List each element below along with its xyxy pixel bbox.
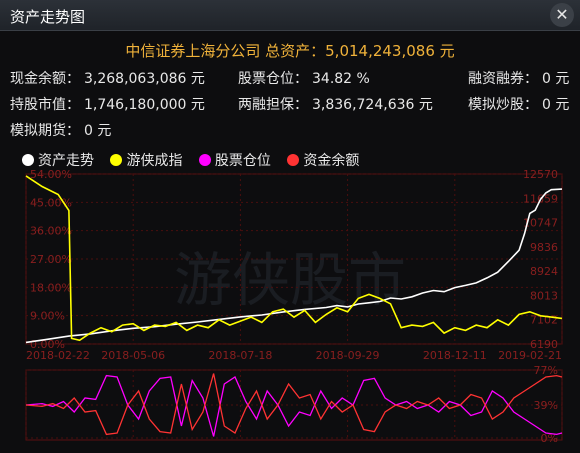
- y-left-tick-label: 27.00%: [30, 253, 72, 266]
- legend-item-index[interactable]: 游侠成指: [110, 150, 182, 170]
- y-left-tick-label: 18.00%: [30, 281, 72, 294]
- asset-trend-window: 资产走势图 ✕ 中信证券上海分公司 总资产：5,014,243,086 元 现金…: [0, 0, 580, 453]
- chart-legend: 资产走势 游侠成指 股票仓位 资金余额: [22, 150, 371, 170]
- stat-value: 3,836,724,636 元: [312, 97, 433, 113]
- stat-simulated-stocks: 模拟炒股： 0 元: [468, 94, 569, 114]
- stat-label: 模拟炒股：: [468, 97, 538, 113]
- x-tick-label: 2018-02-22: [26, 349, 90, 362]
- series-line-stock-position: [25, 374, 563, 437]
- y-right-tick-label: 8013: [530, 289, 558, 302]
- legend-dot: [198, 154, 211, 166]
- series-line-cash-balance: [25, 373, 563, 436]
- stat-value: 3,268,063,086 元: [84, 71, 205, 87]
- stat-cash-balance: 现金余额： 3,268,063,086 元: [10, 68, 205, 88]
- legend-item-cash-balance[interactable]: 资金余额: [287, 150, 359, 170]
- legend-item-asset-trend[interactable]: 资产走势: [22, 150, 94, 170]
- y-left-tick-label: 54.00%: [30, 170, 72, 181]
- stat-label: 两融担保：: [238, 97, 308, 113]
- x-tick-label: 2018-12-11: [423, 349, 487, 362]
- sub-y-tick-label: 39%: [534, 399, 558, 412]
- x-tick-label: 2018-05-06: [101, 349, 165, 362]
- stat-value: 0 元: [542, 71, 570, 87]
- total-assets-headline: 中信证券上海分公司 总资产：5,014,243,086 元: [125, 42, 455, 60]
- stat-margin-collateral: 两融担保： 3,836,724,636 元: [238, 94, 433, 114]
- asset-trend-chart: 游侠股市 0.00%9.00%18.00%27.00%36.00%45.00%5…: [25, 170, 563, 445]
- stat-stock-position: 股票仓位： 34.82 %: [238, 68, 370, 88]
- legend-item-stock-position[interactable]: 股票仓位: [198, 150, 271, 170]
- stat-holding-value: 持股市值： 1,746,180,000 元: [10, 94, 205, 114]
- stat-margin-trading: 融资融券： 0 元: [468, 68, 569, 88]
- stat-value: 0 元: [542, 97, 570, 113]
- title-bar: 资产走势图 ✕: [0, 0, 580, 31]
- x-tick-label: 2018-09-29: [316, 349, 380, 362]
- stat-value: 1,746,180,000 元: [84, 97, 205, 113]
- sub-y-tick-label: 77%: [534, 364, 558, 377]
- stat-value: 34.82 %: [312, 71, 370, 87]
- watermark: 游侠股市: [174, 246, 406, 314]
- stat-label: 现金余额：: [10, 71, 80, 87]
- close-button[interactable]: ✕: [550, 3, 574, 27]
- y-right-tick-label: 9836: [530, 241, 558, 254]
- stat-label: 融资融券：: [468, 71, 538, 87]
- stat-label: 股票仓位：: [238, 71, 308, 87]
- window-title: 资产走势图: [10, 8, 86, 26]
- stat-simulated-futures: 模拟期货： 0 元: [10, 120, 111, 140]
- y-left-tick-label: 36.00%: [30, 225, 72, 238]
- stat-label: 模拟期货：: [10, 123, 80, 139]
- legend-dot: [22, 154, 34, 166]
- y-left-tick-label: 9.00%: [30, 310, 65, 323]
- y-right-tick-label: 8924: [530, 265, 558, 278]
- stat-label: 持股市值：: [10, 97, 80, 113]
- account-stats: 现金余额： 3,268,063,086 元 股票仓位： 34.82 % 融资融券： 0…: [0, 64, 580, 144]
- y-right-tick-label: 12570: [523, 170, 558, 181]
- legend-dot: [287, 154, 300, 166]
- x-tick-label: 2018-07-18: [208, 349, 272, 362]
- y-left-tick-label: 45.00%: [30, 196, 72, 209]
- close-icon: ✕: [555, 5, 569, 24]
- x-tick-label: 2019-02-21: [498, 349, 562, 362]
- legend-dot: [110, 154, 123, 166]
- stat-value: 0 元: [84, 123, 112, 139]
